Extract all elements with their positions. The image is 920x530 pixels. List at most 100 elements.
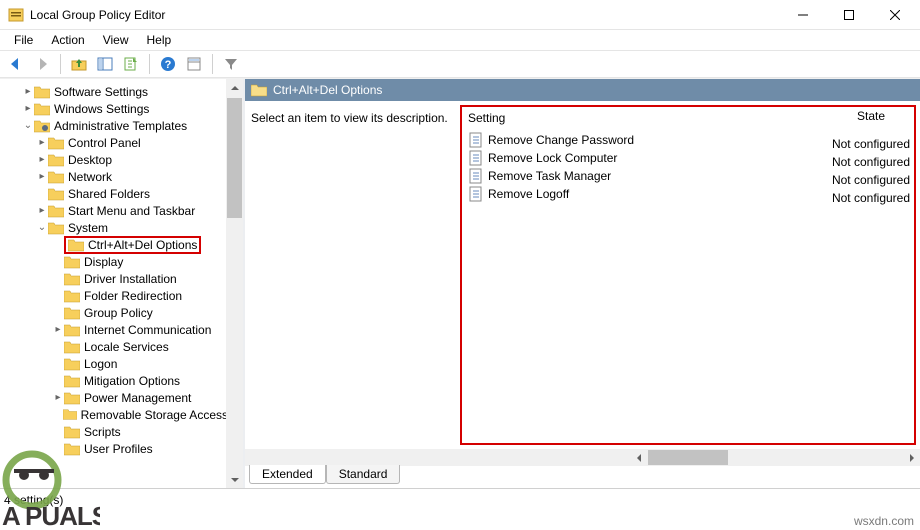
details-body: Select an item to view its description. …: [245, 101, 920, 449]
tree-item-windows-settings[interactable]: ▸Windows Settings: [0, 100, 228, 117]
tab-standard[interactable]: Standard: [326, 465, 401, 484]
policy-list-panel: Setting Remove Change Password Remove Lo…: [460, 105, 916, 445]
folder-icon: [64, 425, 80, 439]
refresh-button[interactable]: [119, 53, 143, 75]
details-horizontal-scrollbar[interactable]: [245, 449, 920, 466]
toolbar-separator: [212, 54, 213, 74]
help-button[interactable]: ?: [156, 53, 180, 75]
folder-icon: [48, 204, 64, 218]
folder-icon: [63, 408, 77, 422]
menu-file[interactable]: File: [6, 31, 41, 49]
policy-name: Remove Task Manager: [488, 169, 611, 183]
policy-name: Remove Lock Computer: [488, 151, 617, 165]
policy-icon: [468, 150, 484, 166]
folder-icon: [251, 83, 267, 97]
tree-item-driver-install[interactable]: ▸Driver Installation: [0, 270, 228, 287]
menu-help[interactable]: Help: [139, 31, 180, 49]
tree-item-internet-comm[interactable]: ▸Internet Communication: [0, 321, 228, 338]
gpedit-app-icon: [8, 7, 24, 23]
tree-item-control-panel[interactable]: ▸Control Panel: [0, 134, 228, 151]
title-bar: Local Group Policy Editor: [0, 0, 920, 30]
tree-item-user-profiles[interactable]: ▸User Profiles: [0, 440, 228, 457]
tree-item-network[interactable]: ▸Network: [0, 168, 228, 185]
policy-name: Remove Logoff: [488, 187, 569, 201]
policy-row[interactable]: Remove Lock Computer: [462, 149, 914, 167]
properties-button[interactable]: [182, 53, 206, 75]
details-tabs: Extended Standard: [245, 466, 920, 488]
tree-item-start-menu[interactable]: ▸Start Menu and Taskbar: [0, 202, 228, 219]
tree-item-removable[interactable]: ▸Removable Storage Access: [0, 406, 228, 423]
tree-item-logon[interactable]: ▸Logon: [0, 355, 228, 372]
tree-item-folder-redirect[interactable]: ▸Folder Redirection: [0, 287, 228, 304]
tree-item-desktop[interactable]: ▸Desktop: [0, 151, 228, 168]
policy-list[interactable]: Remove Change Password Remove Lock Compu…: [462, 129, 914, 203]
folder-icon: [64, 289, 80, 303]
folder-icon: [34, 85, 50, 99]
up-folder-button[interactable]: [67, 53, 91, 75]
maximize-button[interactable]: [826, 0, 872, 30]
show-hide-tree-button[interactable]: [93, 53, 117, 75]
folder-icon: [34, 102, 50, 116]
tree-pane: ▸Software Settings ▸Windows Settings ⌄Ad…: [0, 79, 245, 488]
tree-item-software-settings[interactable]: ▸Software Settings: [0, 83, 228, 100]
tree-item-shared-folders[interactable]: ▸Shared Folders: [0, 185, 228, 202]
policy-icon: [468, 132, 484, 148]
tree-item-locale[interactable]: ▸Locale Services: [0, 338, 228, 355]
menu-bar: File Action View Help: [0, 30, 920, 50]
policy-icon: [468, 168, 484, 184]
folder-icon: [64, 272, 80, 286]
status-bar: 4 setting(s): [0, 488, 920, 510]
folder-icon: [64, 306, 80, 320]
tree-item-display[interactable]: ▸Display: [0, 253, 228, 270]
folder-icon: [48, 187, 64, 201]
folder-icon: [64, 374, 80, 388]
tree-item-ctrl-alt-del[interactable]: ▸Ctrl+Alt+Del Options: [0, 236, 228, 253]
scroll-up-arrow-icon[interactable]: [226, 79, 243, 96]
folder-icon: [64, 323, 80, 337]
folder-icon: [64, 340, 80, 354]
navigation-tree[interactable]: ▸Software Settings ▸Windows Settings ⌄Ad…: [0, 79, 228, 488]
scroll-right-arrow-icon[interactable]: [903, 449, 920, 466]
tree-item-system[interactable]: ⌄System: [0, 219, 228, 236]
policy-row[interactable]: Remove Logoff: [462, 185, 914, 203]
menu-action[interactable]: Action: [43, 31, 92, 49]
folder-icon: [48, 136, 64, 150]
toolbar: ?: [0, 50, 920, 78]
scroll-thumb[interactable]: [227, 98, 242, 218]
back-button[interactable]: [4, 53, 28, 75]
minimize-button[interactable]: [780, 0, 826, 30]
description-panel: Select an item to view its description.: [245, 101, 460, 449]
window-title: Local Group Policy Editor: [30, 8, 780, 22]
status-text: 4 setting(s): [4, 493, 63, 507]
close-button[interactable]: [872, 0, 918, 30]
tree-item-power-mgmt[interactable]: ▸Power Management: [0, 389, 228, 406]
column-header-setting[interactable]: Setting: [462, 111, 914, 125]
policy-row[interactable]: Remove Change Password: [462, 131, 914, 149]
folder-icon: [68, 238, 84, 252]
tree-item-scripts[interactable]: ▸Scripts: [0, 423, 228, 440]
tab-extended[interactable]: Extended: [249, 465, 326, 484]
folder-icon: [48, 221, 64, 235]
column-header-row: Setting: [462, 107, 914, 129]
scroll-left-arrow-icon[interactable]: [631, 449, 648, 466]
details-header: Ctrl+Alt+Del Options: [245, 79, 920, 101]
filter-button[interactable]: [219, 53, 243, 75]
tree-item-admin-templates[interactable]: ⌄Administrative Templates: [0, 117, 228, 134]
scroll-down-arrow-icon[interactable]: [226, 471, 243, 488]
policy-area: State Not configured Not configured Not …: [460, 101, 920, 449]
toolbar-separator: [149, 54, 150, 74]
policy-row[interactable]: Remove Task Manager: [462, 167, 914, 185]
tree-item-mitigation[interactable]: ▸Mitigation Options: [0, 372, 228, 389]
toolbar-separator: [60, 54, 61, 74]
tree-vertical-scrollbar[interactable]: [226, 79, 243, 488]
details-title: Ctrl+Alt+Del Options: [273, 83, 382, 97]
policy-name: Remove Change Password: [488, 133, 634, 147]
folder-icon: [64, 357, 80, 371]
forward-button[interactable]: [30, 53, 54, 75]
tree-item-group-policy[interactable]: ▸Group Policy: [0, 304, 228, 321]
description-hint: Select an item to view its description.: [251, 111, 448, 125]
folder-icon: [64, 442, 80, 456]
workspace: ▸Software Settings ▸Windows Settings ⌄Ad…: [0, 78, 920, 488]
scroll-thumb[interactable]: [648, 450, 728, 465]
menu-view[interactable]: View: [95, 31, 137, 49]
